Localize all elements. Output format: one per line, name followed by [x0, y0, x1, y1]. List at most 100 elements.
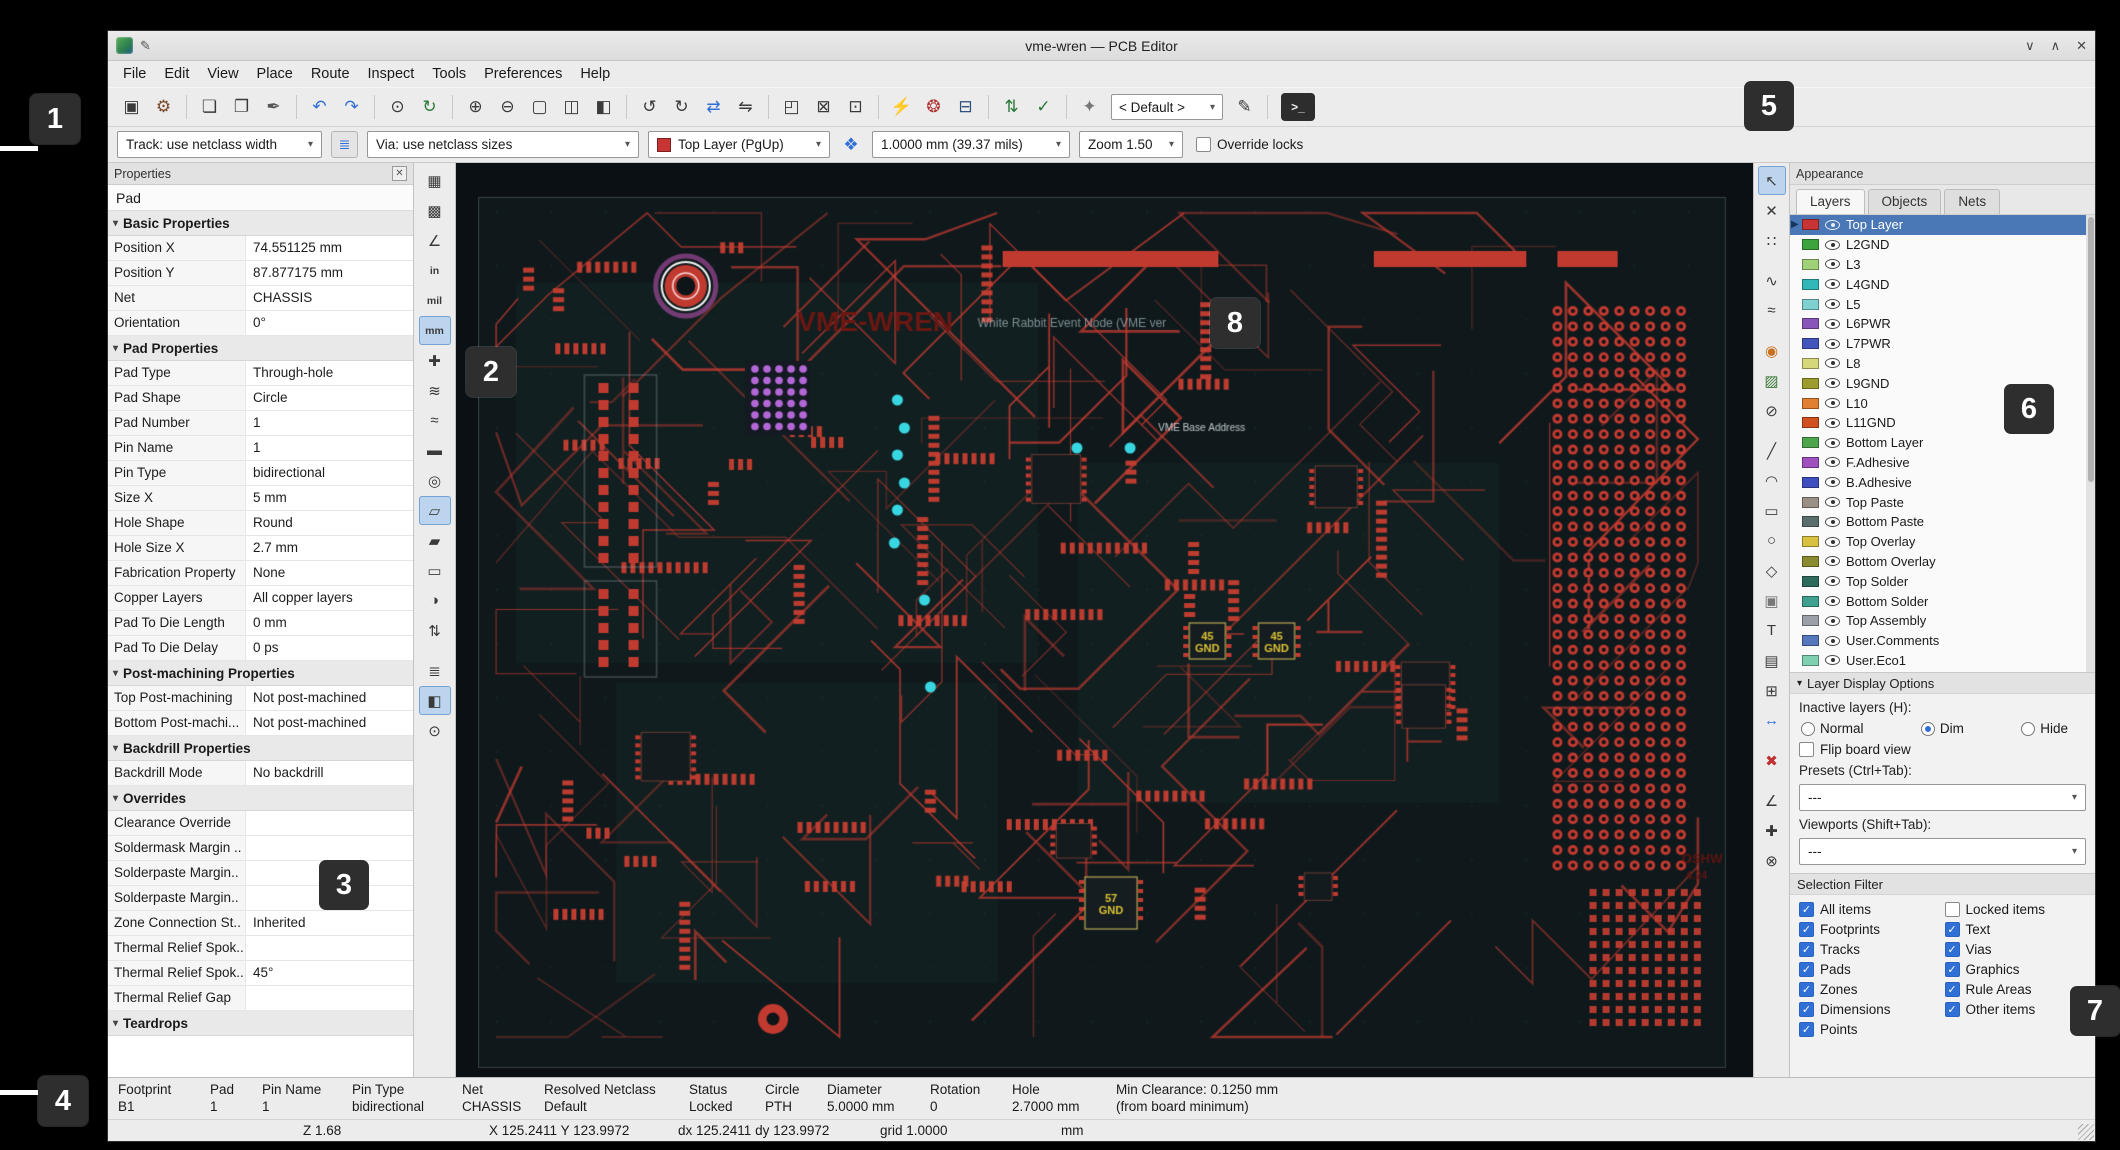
radio-hide[interactable]: Hide: [2021, 721, 2068, 736]
filter-text[interactable]: ✓Text: [1945, 922, 2087, 937]
units-mm-button[interactable]: mm: [419, 316, 451, 345]
visibility-eye-icon[interactable]: [1825, 655, 1840, 665]
layer-color-swatch[interactable]: [1802, 259, 1819, 270]
draw-line-tool[interactable]: ╱: [1758, 436, 1786, 465]
filter-locked-items[interactable]: Locked items: [1945, 902, 2087, 917]
grid-dropdown[interactable]: 1.0000 mm (39.37 mils)▾: [872, 131, 1070, 158]
property-value[interactable]: All copper layers: [246, 586, 413, 610]
active-layer-dropdown[interactable]: Top Layer (PgUp)▾: [648, 131, 830, 158]
layer-row-f-adhesive[interactable]: F.Adhesive: [1790, 453, 2095, 473]
menu-preferences[interactable]: Preferences: [475, 63, 571, 85]
selection-filter-header[interactable]: Selection Filter: [1790, 873, 2095, 895]
measure-tool[interactable]: ∠: [1758, 786, 1786, 815]
visibility-eye-icon[interactable]: [1825, 596, 1840, 606]
mirror-button[interactable]: ⇋: [730, 92, 761, 123]
visibility-eye-icon[interactable]: [1825, 339, 1840, 349]
rotate-ccw-button[interactable]: ↺: [634, 92, 665, 123]
visibility-eye-icon[interactable]: [1825, 220, 1840, 230]
zoom-fit-objects-button[interactable]: ◫: [556, 92, 587, 123]
layer-row-bottom-paste[interactable]: Bottom Paste: [1790, 512, 2095, 532]
visibility-eye-icon[interactable]: [1825, 398, 1840, 408]
tab-objects[interactable]: Objects: [1868, 189, 1942, 214]
tab-nets[interactable]: Nets: [1944, 189, 2000, 214]
visibility-eye-icon[interactable]: [1825, 517, 1840, 527]
layer-color-swatch[interactable]: [1802, 378, 1819, 389]
layer-color-swatch[interactable]: [1802, 219, 1819, 230]
visibility-eye-icon[interactable]: [1825, 299, 1840, 309]
draw-arc-tool[interactable]: ◠: [1758, 466, 1786, 495]
layer-color-swatch[interactable]: [1802, 635, 1819, 646]
layer-row-user-comments[interactable]: User.Comments: [1790, 631, 2095, 651]
zone-outline-mode-button[interactable]: ▭: [419, 556, 451, 585]
print-button[interactable]: ❐: [226, 92, 257, 123]
filter-rule-areas[interactable]: ✓Rule Areas: [1945, 982, 2087, 997]
layer-row-l5[interactable]: L5: [1790, 294, 2095, 314]
property-value[interactable]: Through-hole: [246, 361, 413, 385]
add-textbox-tool[interactable]: ▤: [1758, 646, 1786, 675]
layer-color-swatch[interactable]: [1802, 417, 1819, 428]
unlock-button[interactable]: ⊡: [840, 92, 871, 123]
property-row-bottom-post-machi[interactable]: Bottom Post-machi...Not post-machined: [108, 711, 413, 736]
menu-place[interactable]: Place: [248, 63, 302, 85]
add-table-tool[interactable]: ⊞: [1758, 676, 1786, 705]
layer-row-l7pwr[interactable]: L7PWR: [1790, 334, 2095, 354]
visibility-eye-icon[interactable]: [1825, 537, 1840, 547]
layer-row-top-layer[interactable]: ▶Top Layer: [1790, 215, 2095, 235]
layer-color-swatch[interactable]: [1802, 239, 1819, 250]
property-row-top-post-machining[interactable]: Top Post-machiningNot post-machined: [108, 686, 413, 711]
menu-file[interactable]: File: [114, 63, 155, 85]
radio-dim[interactable]: Dim: [1921, 721, 1964, 736]
layer-row-l3[interactable]: L3: [1790, 255, 2095, 275]
presets-dropdown[interactable]: ---▾: [1799, 784, 2086, 811]
units-mils-button[interactable]: mil: [419, 286, 451, 315]
property-row-size-x[interactable]: Size X5 mm: [108, 486, 413, 511]
scripting-console-button[interactable]: >_: [1281, 93, 1315, 121]
property-row-zone-connection-st[interactable]: Zone Connection St..Inherited: [108, 911, 413, 936]
tab-layers[interactable]: Layers: [1796, 189, 1865, 214]
property-value[interactable]: 2.7 mm: [246, 536, 413, 560]
property-value[interactable]: [246, 811, 413, 835]
property-value[interactable]: CHASSIS: [246, 286, 413, 310]
visibility-eye-icon[interactable]: [1825, 477, 1840, 487]
property-value[interactable]: Inherited: [246, 911, 413, 935]
property-row-pin-type[interactable]: Pin Typebidirectional: [108, 461, 413, 486]
visibility-eye-icon[interactable]: [1825, 378, 1840, 388]
section-pad-properties[interactable]: ▾Pad Properties: [108, 336, 413, 361]
menu-route[interactable]: Route: [302, 63, 359, 85]
layer-row-top-paste[interactable]: Top Paste: [1790, 492, 2095, 512]
section-basic-properties[interactable]: ▾Basic Properties: [108, 211, 413, 236]
drill-origin-tool[interactable]: ⊗: [1758, 846, 1786, 875]
minimize-button[interactable]: ∨: [2025, 38, 2035, 54]
curved-ratsnest-button[interactable]: ≈: [419, 406, 451, 435]
filter-pads[interactable]: ✓Pads: [1799, 962, 1941, 977]
filter-other-items[interactable]: ✓Other items: [1945, 1002, 2087, 1017]
draw-polygon-tool[interactable]: ◇: [1758, 556, 1786, 585]
filter-dimensions[interactable]: ✓Dimensions: [1799, 1002, 1941, 1017]
property-value[interactable]: [246, 836, 413, 860]
property-row-position-x[interactable]: Position X74.551125 mm: [108, 236, 413, 261]
layers-manager-button[interactable]: ≣: [419, 656, 451, 685]
drc-button[interactable]: ❂: [918, 92, 949, 123]
edit-predefined-sizes-button[interactable]: ≣: [331, 131, 358, 158]
layer-row-b-adhesive[interactable]: B.Adhesive: [1790, 472, 2095, 492]
toggle-grid-button[interactable]: ▦: [419, 166, 451, 195]
page-settings-button[interactable]: ❏: [194, 92, 225, 123]
property-value[interactable]: bidirectional: [246, 461, 413, 485]
filter-graphics[interactable]: ✓Graphics: [1945, 962, 2087, 977]
flip-board-button[interactable]: ⇄: [698, 92, 729, 123]
property-value[interactable]: 0 ps: [246, 636, 413, 660]
property-row-pin-name[interactable]: Pin Name1: [108, 436, 413, 461]
highlight-net-tool[interactable]: ✕: [1758, 196, 1786, 225]
layer-color-swatch[interactable]: [1802, 299, 1819, 310]
menu-inspect[interactable]: Inspect: [359, 63, 424, 85]
close-button[interactable]: ✕: [2076, 38, 2087, 54]
menu-help[interactable]: Help: [571, 63, 619, 85]
radio-normal[interactable]: Normal: [1801, 721, 1864, 736]
zoom-selection-button[interactable]: ◧: [588, 92, 619, 123]
layer-row-l2gnd[interactable]: L2GND: [1790, 235, 2095, 255]
track-width-dropdown[interactable]: Track: use netclass width▾: [117, 131, 322, 158]
property-row-hole-shape[interactable]: Hole ShapeRound: [108, 511, 413, 536]
undo-button[interactable]: ↶: [304, 92, 335, 123]
property-value[interactable]: Round: [246, 511, 413, 535]
filter-vias[interactable]: ✓Vias: [1945, 942, 2087, 957]
